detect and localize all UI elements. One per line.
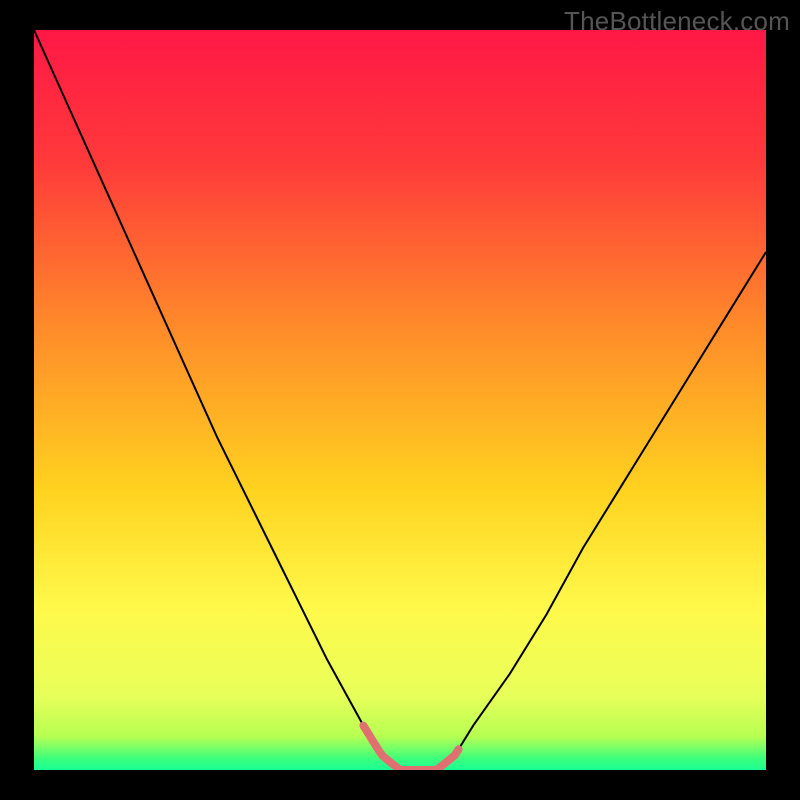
chart-svg <box>34 30 766 770</box>
plot-area <box>34 30 766 770</box>
watermark-text: TheBottleneck.com <box>564 6 790 37</box>
heat-background <box>34 30 766 770</box>
chart-frame: TheBottleneck.com <box>0 0 800 800</box>
